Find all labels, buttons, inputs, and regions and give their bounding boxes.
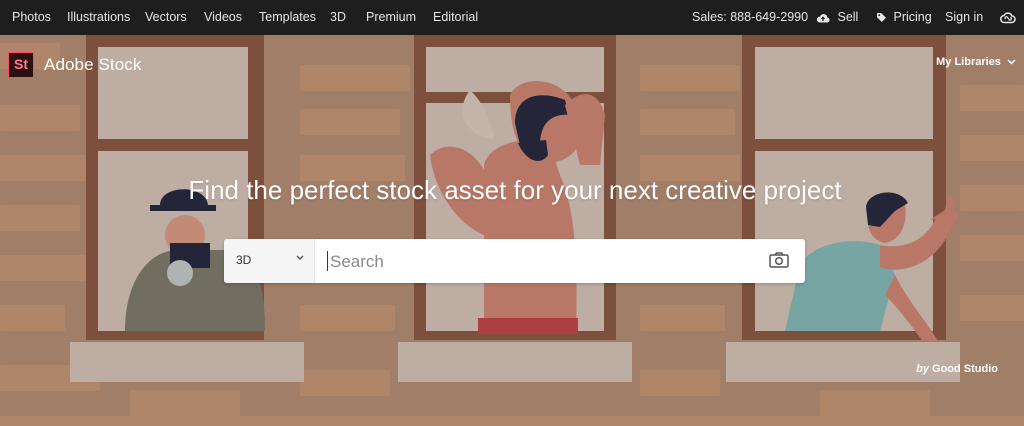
my-libraries-dropdown[interactable]: My Libraries [936, 56, 1016, 68]
camera-icon[interactable] [769, 252, 789, 268]
nav-templates[interactable]: Templates [259, 0, 316, 35]
sign-in-link[interactable]: Sign in [945, 0, 983, 35]
my-libraries-label: My Libraries [936, 56, 1001, 68]
nav-3d[interactable]: 3D [330, 0, 346, 35]
brand-name: Adobe Stock [44, 55, 142, 74]
nav-premium[interactable]: Premium [366, 0, 416, 35]
nav-vectors[interactable]: Vectors [145, 0, 187, 35]
hero-headline: Find the perfect stock asset for your ne… [188, 175, 842, 205]
illustration-credit[interactable]: by Good Studio [916, 363, 998, 375]
category-select[interactable]: 3D [224, 239, 315, 283]
hero-banner: St Adobe Stock My Libraries Find the per… [0, 35, 1024, 426]
adobe-stock-logo[interactable]: St Adobe Stock [8, 52, 142, 78]
hero-dim-overlay [0, 35, 1024, 426]
search-input[interactable] [328, 247, 752, 277]
chevron-down-icon [1007, 59, 1016, 65]
cloud-upload-icon [816, 13, 830, 23]
pricing-label: Pricing [893, 10, 932, 24]
nav-illustrations[interactable]: Illustrations [67, 0, 130, 35]
nav-photos[interactable]: Photos [12, 0, 51, 35]
creative-cloud-icon[interactable] [1000, 0, 1016, 35]
sell-label: Sell [837, 10, 859, 24]
search-bar: 3D [224, 239, 805, 283]
sales-phone: Sales: 888-649-2990 [692, 10, 809, 24]
sell-link[interactable]: Sell [816, 0, 858, 35]
chevron-down-icon [296, 255, 304, 260]
top-navigation-bar: Photos Illustrations Vectors Videos Temp… [0, 0, 1024, 35]
category-value: 3D [236, 253, 252, 267]
pricing-link[interactable]: Pricing [876, 0, 932, 35]
price-tag-icon [877, 13, 886, 23]
nav-editorial[interactable]: Editorial [433, 0, 478, 35]
credit-author: Good Studio [932, 363, 998, 375]
stock-badge-icon: St [8, 52, 34, 78]
credit-by: by [916, 363, 929, 375]
nav-videos[interactable]: Videos [204, 0, 242, 35]
